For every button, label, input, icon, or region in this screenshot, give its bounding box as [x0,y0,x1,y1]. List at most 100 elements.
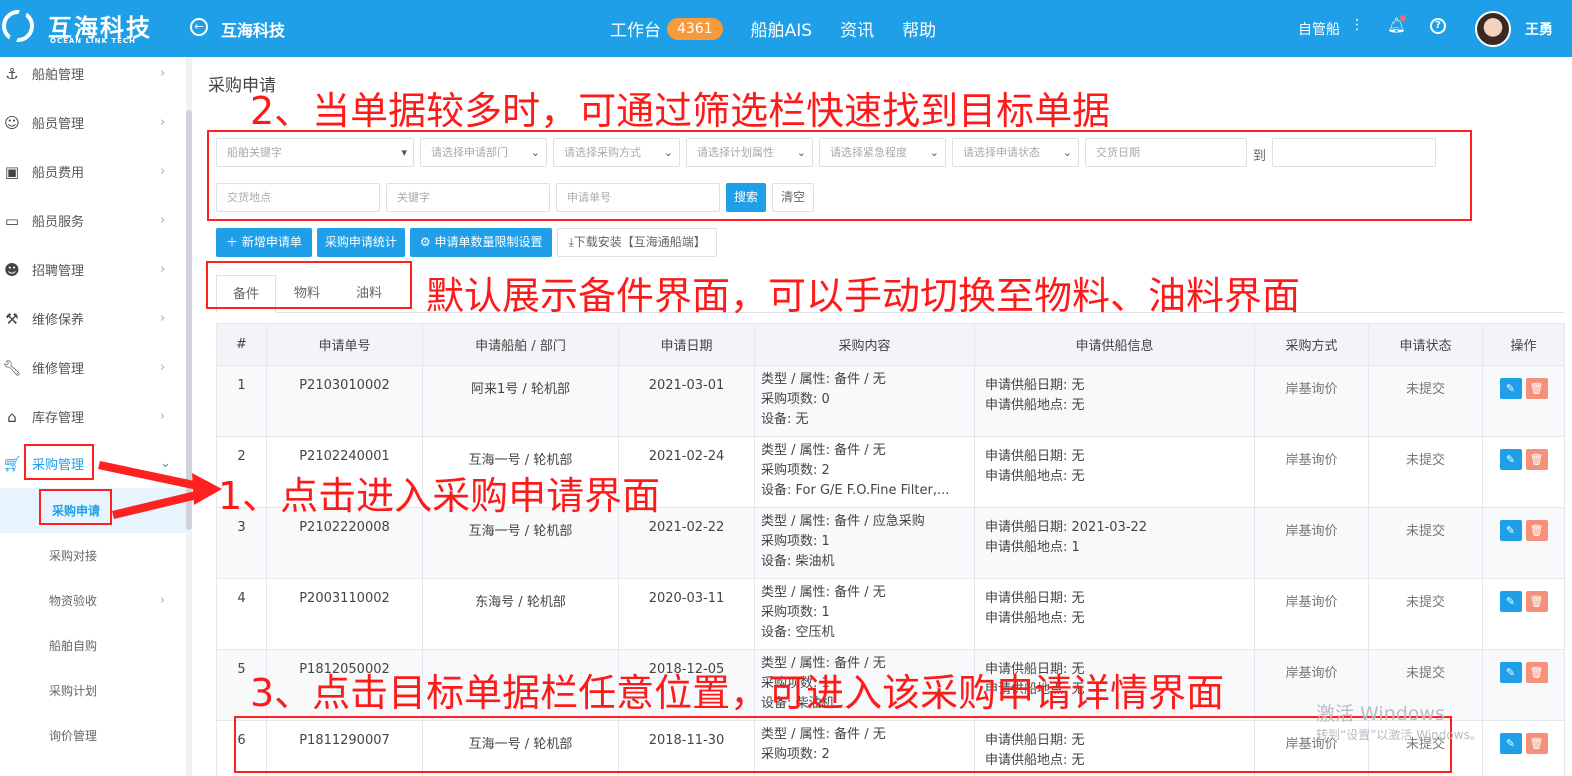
column-header: 申请单号 [266,323,423,366]
supply-line: 申请供船日期: 无 [985,378,1085,393]
sidebar-subitem-label: 询价管理 [49,729,98,743]
table-row[interactable]: 1 P2103010002 阿来1号 / 轮机部 2021-03-01 类型 / 属性:… [216,365,1565,437]
action-toolbar: ＋ 新增申请单 采购申请统计 ⚙ 申请单数量限制设置 ⤓下载安装【互海通船端】 [216,228,717,257]
delete-trash-icon[interactable]: 🗑︎ [1525,733,1548,754]
sidebar-item-inventory[interactable]: ⌂ 库存管理 › [0,392,186,441]
content-line: 设备: 无 [761,412,809,427]
column-header: 申请状态 [1368,323,1483,366]
windows-activation-watermark-hint: 转到“设置”以激活 Windows。 [1316,728,1482,742]
sidebar-item-crew-service[interactable]: ▭ 船员服务 › [0,196,186,245]
sidebar-item-ship-management[interactable]: ⚓ 船舶管理 › [0,49,186,98]
supply-line: 申请供船地点: 无 [985,398,1085,413]
request-status: 未提交 [1368,365,1483,437]
purchase-stats-button[interactable]: 采购申请统计 [316,228,405,257]
chevron-right-icon: › [160,311,166,326]
sidebar-item-crew-expense[interactable]: ▣ 船员费用 › [0,147,186,196]
self-ship-selector[interactable]: 自管船 [1298,19,1340,39]
row-actions: ✎ 🗑︎ [1482,436,1565,508]
delete-trash-icon[interactable]: 🗑︎ [1525,662,1548,683]
annotation-step-3: 3、点击目标单据栏任意位置，可进入该采购申请详情界面 [250,671,1225,715]
sidebar-subitem-purchase-plan[interactable]: 采购计划 [0,668,186,713]
supply-line: 申请供船地点: 无 [985,611,1085,626]
supply-line: 申请供船日期: 2021-03-22 [985,520,1148,535]
row-actions: ✎ 🗑︎ [1482,720,1565,776]
sidebar-item-recruitment[interactable]: ☻ 招聘管理 › [0,245,186,294]
edit-pencil-icon[interactable]: ✎ [1499,591,1522,612]
annotation-step-1: 1、点击进入采购申请界面 [218,474,661,518]
user-name[interactable]: 王勇 [1525,19,1553,39]
sidebar-item-repair[interactable]: 🔧︎ 维修管理 › [0,343,186,392]
chevron-right-icon: › [160,360,166,375]
ship-department: 阿来1号 / 轮机部 [422,365,619,437]
annotation-arrows [98,461,222,519]
sidebar-subitem-label: 物资验收 [49,594,98,608]
tabs-highlight-box [206,261,412,309]
supply-info: 申请供船日期: 无申请供船地点: 无 [974,436,1255,508]
new-request-button[interactable]: ＋ 新增申请单 [216,228,312,257]
notification-count-badge: 4361 [667,17,723,40]
supply-line: 申请供船日期: 无 [985,591,1085,606]
user-avatar[interactable] [1475,11,1511,47]
purchase-menu-highlight-box [24,444,94,480]
sidebar-item-label: 船员服务 [32,215,85,230]
sidebar-subitem-inquiry[interactable]: 询价管理 [0,713,186,758]
edit-pencil-icon[interactable]: ✎ [1499,449,1522,470]
chevron-right-icon: › [160,593,166,608]
column-header: 操作 [1482,323,1565,366]
request-date: 2020-03-11 [618,578,755,650]
edit-pencil-icon[interactable]: ✎ [1499,520,1522,541]
supply-line: 申请供船地点: 1 [985,540,1080,555]
purchase-content: 类型 / 属性: 备件 / 应急采购 采购项数: 1 设备: 柴油机 [754,507,975,579]
supply-line: 申请供船地点: 无 [985,469,1085,484]
nav-ship-ais[interactable]: 船舶AIS [751,16,812,41]
logo-mark-icon [2,10,34,42]
more-vertical-icon[interactable]: ⋮ [1350,17,1364,33]
chevron-right-icon: › [160,262,166,277]
table-row[interactable]: 4 P2003110002 东海号 / 轮机部 2020-03-11 类型 / 属性: … [216,578,1565,650]
edit-pencil-icon[interactable]: ✎ [1499,733,1522,754]
help-icon[interactable]: ? [1430,18,1446,34]
nav-help[interactable]: 帮助 [902,16,936,41]
column-header: 申请船舶 / 部门 [422,323,619,366]
edit-pencil-icon[interactable]: ✎ [1499,662,1522,683]
sidebar-item-label: 维修保养 [32,313,85,328]
purchase-method: 岸基询价 [1254,507,1369,579]
arrow-shaft-lower [112,489,206,519]
content-line: 类型 / 属性: 备件 / 无 [761,372,886,387]
sidebar-subitem-ship-self-purchase[interactable]: 船舶自购 [0,623,186,668]
delete-trash-icon[interactable]: 🗑︎ [1525,520,1548,541]
sidebar-subitem-material-acceptance[interactable]: 物资验收 › [0,578,186,623]
content-line: 采购项数: 0 [761,392,830,407]
sidebar-item-label: 船舶管理 [32,68,85,83]
top-nav: 工作台 4361 船舶AIS 资讯 帮助 [610,16,936,41]
row-actions: ✎ 🗑︎ [1482,649,1565,721]
nav-news[interactable]: 资讯 [840,16,874,41]
delete-trash-icon[interactable]: 🗑︎ [1525,378,1548,399]
row-index: 1 [216,365,267,437]
delete-trash-icon[interactable]: 🗑︎ [1525,449,1548,470]
annotation-step-2: 2、当单据较多时，可通过筛选栏快速找到目标单据 [250,89,1111,133]
purchase-method: 岸基询价 [1254,365,1369,437]
sidebar-item-maintenance[interactable]: ⚒ 维修保养 › [0,294,186,343]
limit-settings-button[interactable]: ⚙ 申请单数量限制设置 [409,228,553,257]
top-bar: 互海科技 OCEAN LINK TECH ← 互海科技 工作台 4361 船舶A… [0,0,1572,57]
chevron-right-icon: › [160,213,166,228]
annotation-tabs-note: 默认展示备件界面，可以手动切换至物料、油料界面 [426,274,1301,318]
windows-activation-watermark-title: 激活 Windows [1316,703,1445,725]
arrow-shaft-upper [98,461,204,491]
row-index: 4 [216,578,267,650]
edit-pencil-icon[interactable]: ✎ [1499,378,1522,399]
person-icon: ☺ [4,113,20,132]
recruit-icon: ☻ [4,260,20,279]
content-line: 类型 / 属性: 备件 / 无 [761,443,886,458]
nav-workbench[interactable]: 工作台 4361 [610,16,723,41]
sidebar-subitem-purchase-docking[interactable]: 采购对接 [0,533,186,578]
back-arrow-icon[interactable]: ← [190,18,208,36]
wrench-icon: 🔧︎ [2,358,22,377]
sidebar-item-crew-management[interactable]: ☺ 船员管理 › [0,98,186,147]
delete-trash-icon[interactable]: 🗑︎ [1525,591,1548,612]
new-request-label: 新增申请单 [241,235,302,249]
download-app-button[interactable]: ⤓下载安装【互海通船端】 [557,228,717,257]
company-logo[interactable]: 互海科技 OCEAN LINK TECH [0,6,180,50]
monitor-icon: ▭ [4,211,20,230]
